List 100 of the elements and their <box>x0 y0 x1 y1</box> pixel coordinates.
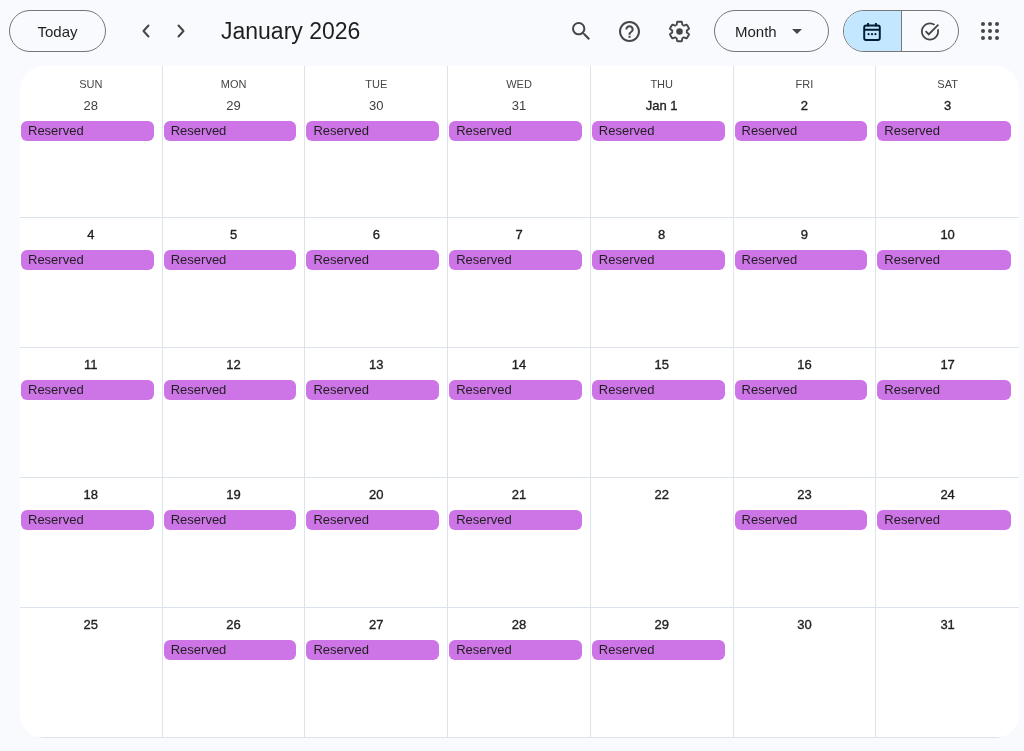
day-cell[interactable]: SUN 28 Reserved <box>20 66 163 218</box>
day-cell[interactable]: WED 31 Reserved <box>448 66 591 218</box>
day-cell[interactable]: 4 Reserved <box>20 218 163 348</box>
day-number[interactable]: 7 <box>511 223 527 247</box>
day-cell[interactable]: 13 Reserved <box>305 348 449 478</box>
chevron-right-icon[interactable] <box>177 24 185 38</box>
day-cell[interactable]: 14 Reserved <box>448 348 591 478</box>
event-chip[interactable]: Reserved <box>734 121 868 141</box>
day-number[interactable]: 13 <box>365 353 388 377</box>
day-number[interactable]: 31 <box>936 613 959 637</box>
event-chip[interactable]: Reserved <box>306 510 440 530</box>
day-cell[interactable]: 19 Reserved <box>162 478 306 608</box>
day-cell[interactable]: 23 Reserved <box>733 478 877 608</box>
apps-grid-icon[interactable] <box>981 22 999 40</box>
event-chip[interactable]: Reserved <box>877 250 1011 270</box>
day-number[interactable]: 31 <box>507 94 531 118</box>
day-number[interactable]: 10 <box>936 223 959 247</box>
event-chip[interactable]: Reserved <box>591 250 725 270</box>
day-cell[interactable]: 11 Reserved <box>20 348 163 478</box>
event-chip[interactable]: Reserved <box>163 380 297 400</box>
event-chip[interactable]: Reserved <box>449 121 582 141</box>
day-number[interactable]: 28 <box>507 613 531 637</box>
day-number[interactable]: 19 <box>222 483 245 507</box>
day-number[interactable]: 27 <box>365 613 388 637</box>
day-cell[interactable]: SAT 3 Reserved <box>876 66 1019 218</box>
event-chip[interactable]: Reserved <box>306 640 440 660</box>
settings-icon[interactable] <box>669 19 690 43</box>
event-chip[interactable]: Reserved <box>449 510 582 530</box>
day-number[interactable]: 15 <box>650 353 673 377</box>
day-number[interactable]: 20 <box>365 483 388 507</box>
day-number[interactable]: 4 <box>83 223 99 247</box>
day-number[interactable]: 30 <box>793 613 816 637</box>
event-chip[interactable]: Reserved <box>163 640 297 660</box>
day-number[interactable]: 6 <box>368 223 384 247</box>
day-number[interactable]: 5 <box>225 223 242 247</box>
event-chip[interactable]: Reserved <box>306 380 440 400</box>
day-cell[interactable]: 12 Reserved <box>162 348 306 478</box>
day-cell[interactable]: 30 <box>733 608 877 738</box>
day-number[interactable]: 3 <box>940 94 956 118</box>
day-cell[interactable]: 8 Reserved <box>590 218 734 348</box>
event-chip[interactable]: Reserved <box>306 121 440 141</box>
day-cell[interactable]: 21 Reserved <box>448 478 591 608</box>
day-cell[interactable]: 20 Reserved <box>305 478 449 608</box>
event-chip[interactable]: Reserved <box>877 121 1011 141</box>
event-chip[interactable]: Reserved <box>306 250 440 270</box>
event-chip[interactable]: Reserved <box>591 640 725 660</box>
day-cell[interactable]: 25 <box>20 608 163 738</box>
day-cell[interactable]: 28 Reserved <box>448 608 591 738</box>
day-cell[interactable]: 9 Reserved <box>733 218 877 348</box>
day-number[interactable]: 16 <box>793 353 816 377</box>
day-cell[interactable]: 6 Reserved <box>305 218 449 348</box>
day-cell[interactable]: 29 Reserved <box>590 608 734 738</box>
day-number[interactable]: 9 <box>796 223 813 247</box>
event-chip[interactable]: Reserved <box>21 121 154 141</box>
day-cell[interactable]: 26 Reserved <box>162 608 306 738</box>
day-number[interactable]: 12 <box>222 353 245 377</box>
day-cell[interactable]: 17 Reserved <box>876 348 1019 478</box>
event-chip[interactable]: Reserved <box>449 640 582 660</box>
day-cell[interactable]: 24 Reserved <box>876 478 1019 608</box>
day-number[interactable]: 30 <box>365 94 388 118</box>
day-number[interactable]: 24 <box>936 483 959 507</box>
event-chip[interactable]: Reserved <box>163 510 297 530</box>
day-number[interactable]: 14 <box>507 353 531 377</box>
event-chip[interactable]: Reserved <box>877 510 1011 530</box>
day-cell[interactable]: 15 Reserved <box>590 348 734 478</box>
day-number[interactable]: 26 <box>222 613 245 637</box>
day-number[interactable]: 11 <box>80 353 102 377</box>
event-chip[interactable]: Reserved <box>591 121 725 141</box>
day-cell[interactable]: 27 Reserved <box>305 608 449 738</box>
day-number[interactable]: 28 <box>79 94 103 118</box>
event-chip[interactable]: Reserved <box>163 121 297 141</box>
chevron-left-icon[interactable] <box>142 24 150 38</box>
event-chip[interactable]: Reserved <box>734 250 868 270</box>
day-cell[interactable]: THU Jan 1 Reserved <box>590 66 734 218</box>
day-cell[interactable]: 16 Reserved <box>733 348 877 478</box>
help-icon[interactable] <box>619 20 640 42</box>
day-number[interactable]: 21 <box>507 483 531 507</box>
event-chip[interactable]: Reserved <box>21 250 154 270</box>
day-number[interactable]: 23 <box>793 483 816 507</box>
day-number[interactable]: 29 <box>222 94 245 118</box>
day-cell[interactable]: 18 Reserved <box>20 478 163 608</box>
day-cell[interactable]: 22 <box>590 478 734 608</box>
search-icon[interactable] <box>572 22 590 40</box>
day-number[interactable]: 2 <box>796 94 813 118</box>
day-number[interactable]: 25 <box>79 613 103 637</box>
day-cell[interactable]: 7 Reserved <box>448 218 591 348</box>
day-number[interactable]: 18 <box>79 483 103 507</box>
day-number[interactable]: 22 <box>650 483 673 507</box>
event-chip[interactable]: Reserved <box>21 380 154 400</box>
day-cell[interactable]: TUE 30 Reserved <box>305 66 449 218</box>
day-number[interactable]: 29 <box>650 613 673 637</box>
event-chip[interactable]: Reserved <box>734 510 868 530</box>
day-cell[interactable]: MON 29 Reserved <box>162 66 306 218</box>
event-chip[interactable]: Reserved <box>21 510 154 530</box>
event-chip[interactable]: Reserved <box>591 380 725 400</box>
day-number[interactable]: 17 <box>936 353 959 377</box>
event-chip[interactable]: Reserved <box>734 380 868 400</box>
day-number[interactable]: Jan 1 <box>641 94 682 118</box>
event-chip[interactable]: Reserved <box>877 380 1011 400</box>
day-cell[interactable]: 10 Reserved <box>876 218 1019 348</box>
